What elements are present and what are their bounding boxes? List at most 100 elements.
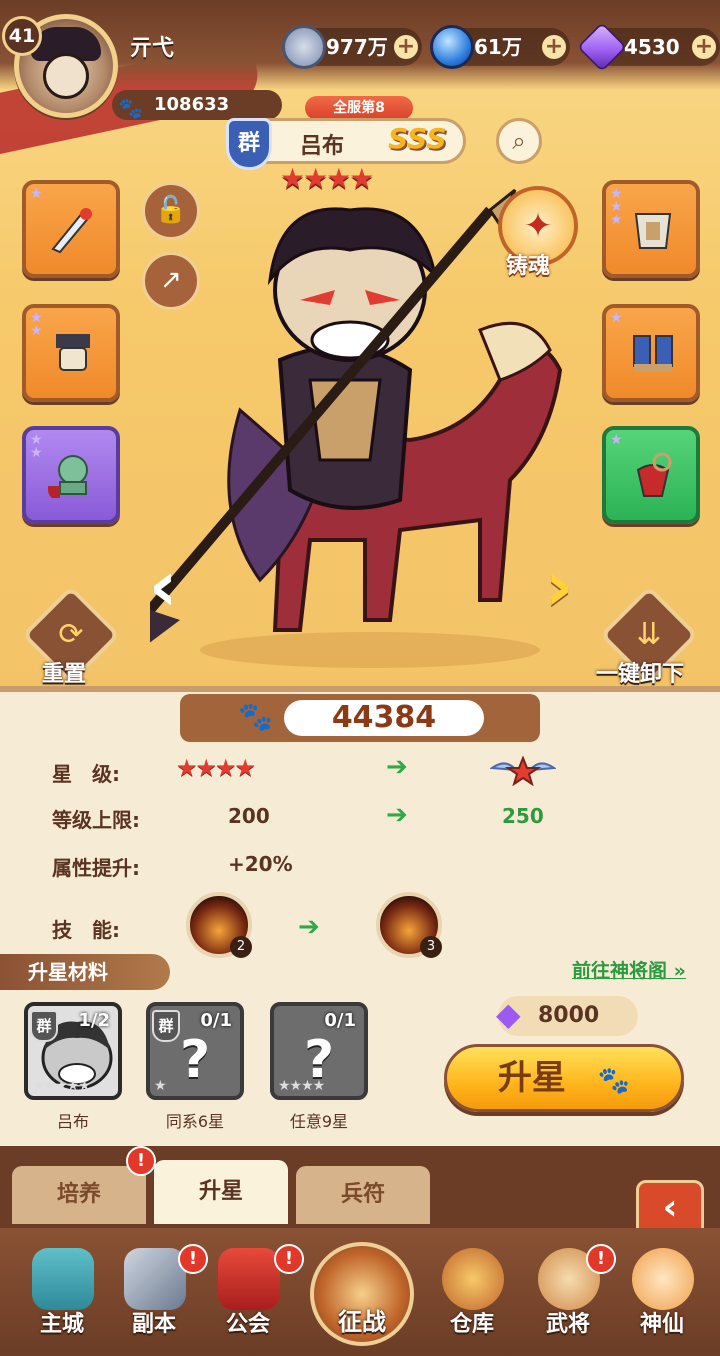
slot-stars: ★ ★ — [30, 432, 43, 461]
skill-label: 技 能: — [52, 918, 120, 942]
slot-stars: ★ — [610, 310, 623, 326]
tab-train[interactable]: 培养 — [12, 1166, 146, 1224]
faction-shield-icon: 群 — [226, 118, 272, 170]
equip-slot-accessory[interactable]: ★ — [602, 426, 700, 524]
nav-label: 副本 — [131, 1312, 176, 1337]
armor-icon — [634, 213, 672, 249]
guild-flag-icon — [218, 1248, 280, 1310]
magnifier-icon: ⌕ — [512, 127, 526, 155]
tab-tally[interactable]: 兵符 — [296, 1166, 430, 1224]
next-hero-button[interactable]: › — [532, 546, 586, 626]
resource-coins: 977万 + — [282, 25, 422, 69]
nav-generals-badge: ! — [586, 1244, 616, 1274]
equip-slot-helmet[interactable]: ★ ★ — [22, 304, 120, 402]
resource-orbs: 61万 + — [430, 25, 570, 69]
goto-hall-label: 前往神将阁 — [572, 960, 668, 982]
cape-icon — [636, 452, 672, 497]
material-count: 0/1 — [324, 1010, 356, 1031]
material-stars: ★ — [154, 1078, 167, 1094]
upgrade-cost: ◆ 8000 — [496, 995, 638, 1036]
immortal-cat-icon — [632, 1248, 694, 1310]
add-orbs-button[interactable]: + — [542, 35, 566, 59]
material-count: 0/1 — [200, 1010, 232, 1031]
player-level-badge: 41 — [2, 16, 42, 56]
slot-stars: ★ ★ ★ — [610, 186, 623, 228]
jade-lion-icon — [48, 455, 88, 498]
combat-power-value: 44384 — [284, 700, 484, 736]
attribute-boost-value: +20% — [228, 852, 293, 876]
prev-hero-button[interactable]: ‹ — [136, 546, 190, 626]
question-mark-icon: ? — [180, 1030, 211, 1090]
paw-icon: 🐾 — [238, 700, 273, 733]
chevron-left-icon: ‹ — [662, 1187, 678, 1228]
star-up-label: 升星 — [497, 1058, 566, 1098]
material-card-hero[interactable]: 群 1/2 ★★★★★ — [24, 1002, 122, 1100]
material-count: 1/2 — [78, 1010, 110, 1031]
faction-shield-icon: 群 — [152, 1010, 180, 1042]
sword-icon — [51, 208, 92, 254]
skill-next-level: 3 — [420, 936, 442, 958]
slot-stars: ★ — [30, 186, 43, 202]
inspect-button[interactable]: ⌕ — [496, 118, 542, 164]
share-icon: ↗ — [160, 265, 182, 295]
player-power: 🐾 108633 — [112, 90, 282, 120]
lock-button[interactable]: 🔓 — [142, 182, 200, 240]
equip-slot-boots[interactable]: ★ — [602, 304, 700, 402]
lock-icon: 🔓 — [154, 195, 188, 225]
add-gems-button[interactable]: + — [692, 35, 716, 59]
hero-name: 吕布 — [300, 134, 345, 159]
tab-train-badge: ! — [126, 1146, 156, 1176]
nav-label: 仓库 — [449, 1312, 494, 1337]
treasure-bag-icon — [442, 1248, 504, 1310]
material-card-any[interactable]: 0/1 ? ★★★★ — [270, 1002, 368, 1100]
hero-stars: ★★★★ — [280, 162, 374, 195]
resource-gems: 4530 + — [577, 22, 720, 72]
material-name: 吕布 — [56, 1112, 89, 1131]
equip-slot-weapon[interactable]: ★ — [22, 180, 120, 278]
level-cap-label: 等级上限: — [52, 808, 140, 832]
resource-orbs-value: 61万 — [474, 35, 522, 59]
slot-stars: ★ — [610, 432, 623, 448]
forge-soul-label: 铸魂 — [506, 254, 551, 279]
arrow-right-icon: ➔ — [298, 912, 320, 942]
level-cap-next: 250 — [502, 804, 544, 828]
nav-campaign[interactable]: 征战 — [304, 1222, 420, 1346]
nav-label: 武将 — [545, 1312, 590, 1337]
material-name: 同系6星 — [165, 1112, 225, 1131]
player-name: 亓弋 — [130, 36, 175, 61]
share-button[interactable]: ↗ — [142, 252, 200, 310]
upgrade-cost-value: 8000 — [538, 1003, 600, 1028]
paw-icon: 🐾 — [118, 96, 143, 120]
faction-shield-icon: 群 — [30, 1010, 58, 1042]
reset-label: 重置 — [42, 662, 87, 687]
star-up-button[interactable]: 升星 🐾 — [444, 1044, 684, 1112]
nav-main-city[interactable]: 主城 — [18, 1244, 106, 1344]
unequip-all-label: 一键卸下 — [596, 662, 685, 687]
arrow-right-icon: ➔ — [386, 800, 408, 830]
nav-label: 公会 — [225, 1312, 270, 1337]
hero-rarity: SSS — [388, 122, 447, 155]
gem-icon: ◆ — [496, 995, 521, 1033]
materials-title: 升星材料 — [0, 954, 170, 990]
skill-next-icon[interactable]: 3 — [376, 892, 442, 958]
material-card-same-faction[interactable]: 群 0/1 ? ★ — [146, 1002, 244, 1100]
nav-immortals[interactable]: 神仙 — [618, 1244, 706, 1344]
attribute-boost-label: 属性提升: — [52, 856, 140, 880]
level-cap-current: 200 — [228, 804, 270, 828]
equip-slot-treasure[interactable]: ★ ★ — [22, 426, 120, 524]
tab-star-up[interactable]: 升星 — [154, 1160, 288, 1224]
double-chevron-icon: » — [673, 960, 686, 982]
nav-warehouse[interactable]: 仓库 — [428, 1244, 516, 1344]
skill-current-level: 2 — [230, 936, 252, 958]
boots-icon — [633, 335, 673, 372]
coin-icon — [282, 25, 326, 69]
add-coins-button[interactable]: + — [394, 35, 418, 59]
skill-current-icon[interactable]: 2 — [186, 892, 252, 958]
resource-coins-value: 977万 — [326, 35, 388, 59]
player-power-value: 108633 — [154, 94, 230, 115]
goto-hall-link[interactable]: 前往神将阁 » — [572, 956, 686, 983]
current-stars: ★★★★ — [176, 754, 256, 782]
equip-slot-armor[interactable]: ★ ★ ★ — [602, 180, 700, 278]
material-name: 任意9星 — [289, 1112, 349, 1131]
material-stars: ★★★★ — [278, 1078, 325, 1094]
